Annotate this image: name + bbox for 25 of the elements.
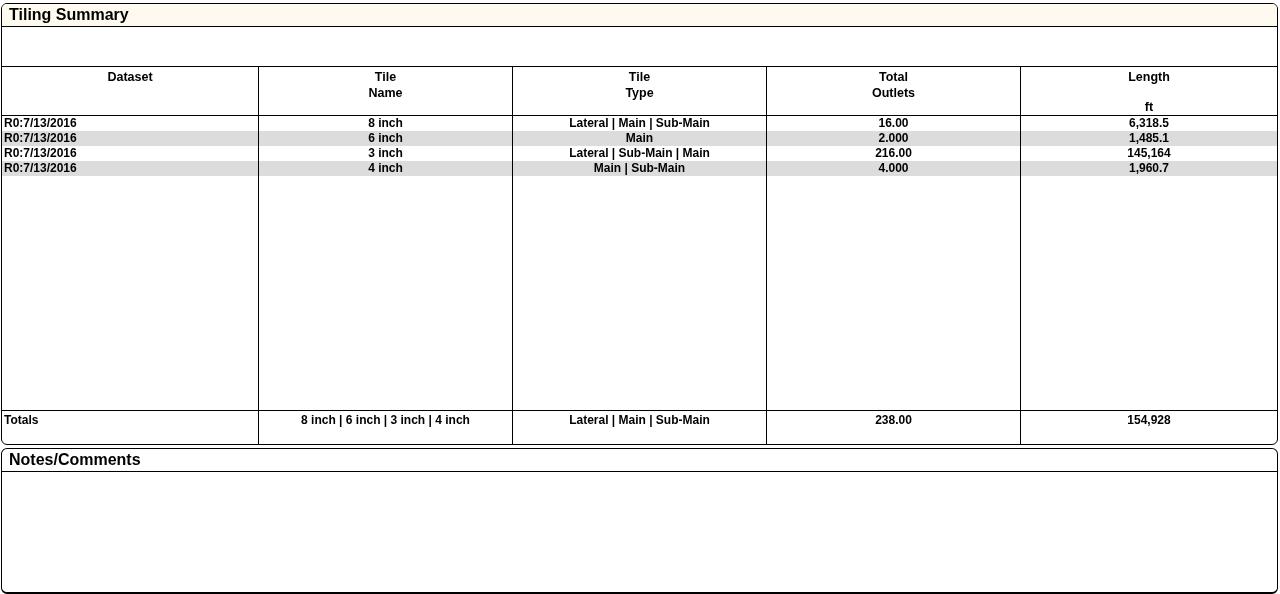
table-cell-text: R0:7/13/2016 bbox=[3, 116, 78, 131]
table-cell-text: R0:7/13/2016 bbox=[3, 146, 78, 161]
table-cell: 1,960.7 bbox=[1020, 161, 1277, 176]
totals-cell: 8 inch | 6 inch | 3 inch | 4 inch bbox=[301, 412, 470, 427]
table-cell: Main | Sub-Main bbox=[512, 161, 766, 176]
table-cell: 2.000 bbox=[766, 131, 1020, 146]
table-cell: 6 inch bbox=[258, 131, 512, 146]
totals-cell-text: Totals bbox=[3, 412, 40, 427]
table-cell: R0:7/13/2016 bbox=[2, 131, 258, 146]
totals-cell: 238.00 bbox=[875, 412, 912, 427]
column-header: Tile Name bbox=[368, 69, 403, 101]
table-cell: 4.000 bbox=[766, 161, 1020, 176]
column-header: Total Outlets bbox=[871, 69, 916, 101]
table-cell: 4 inch bbox=[258, 161, 512, 176]
totals-cell: Lateral | Main | Sub-Main bbox=[569, 412, 710, 427]
table-cell: R0:7/13/2016 bbox=[2, 161, 258, 176]
column-header: Tile Type bbox=[625, 69, 654, 101]
panel-title: Notes/Comments bbox=[2, 448, 1277, 472]
table-cell: Main bbox=[512, 131, 766, 146]
column-header: Dataset bbox=[107, 69, 153, 85]
table-cell: 1,485.1 bbox=[1020, 131, 1277, 146]
totals-cell: 154,928 bbox=[1127, 412, 1171, 427]
column-header: Length bbox=[1128, 69, 1170, 85]
panel-title: Tiling Summary bbox=[2, 4, 1277, 27]
column-unit: ft bbox=[1144, 99, 1154, 115]
